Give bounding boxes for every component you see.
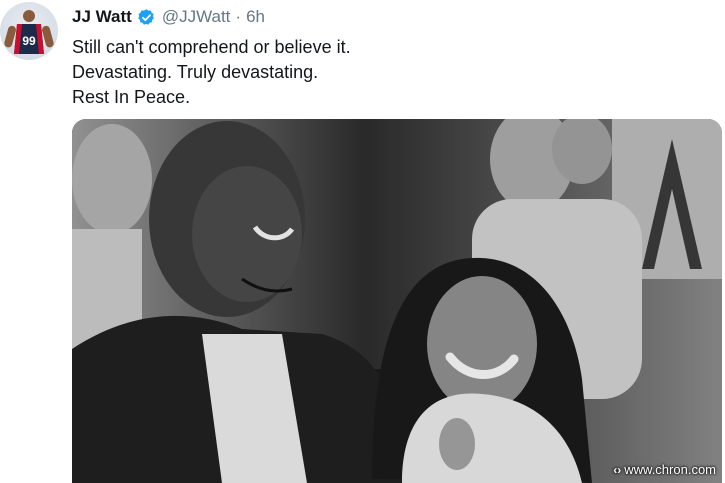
- tweet: 99 JJ Watt @JJWatt · 6h Still can't comp…: [0, 0, 725, 483]
- user-handle[interactable]: @JJWatt: [162, 7, 231, 27]
- verified-badge-icon: [137, 8, 156, 27]
- display-name[interactable]: JJ Watt: [72, 7, 132, 27]
- watermark: ‹› www.chron.com: [613, 462, 716, 477]
- avatar[interactable]: 99: [0, 2, 58, 60]
- tweet-text-line: Still can't comprehend or believe it.: [72, 37, 351, 57]
- jersey-number: 99: [22, 34, 36, 48]
- chron-logo-icon: ‹›: [613, 462, 622, 477]
- tweet-text-line: Devastating. Truly devastating.: [72, 62, 319, 82]
- watermark-text: www.chron.com: [624, 462, 716, 477]
- header-separator: ·: [235, 7, 242, 26]
- tweet-text: Still can't comprehend or believe it. De…: [72, 35, 351, 110]
- tweet-text-line: Rest In Peace.: [72, 87, 191, 107]
- tweet-header: JJ Watt @JJWatt · 6h: [72, 7, 265, 27]
- tweet-photo[interactable]: ‹› www.chron.com: [72, 119, 722, 483]
- tweet-timestamp[interactable]: 6h: [246, 7, 265, 27]
